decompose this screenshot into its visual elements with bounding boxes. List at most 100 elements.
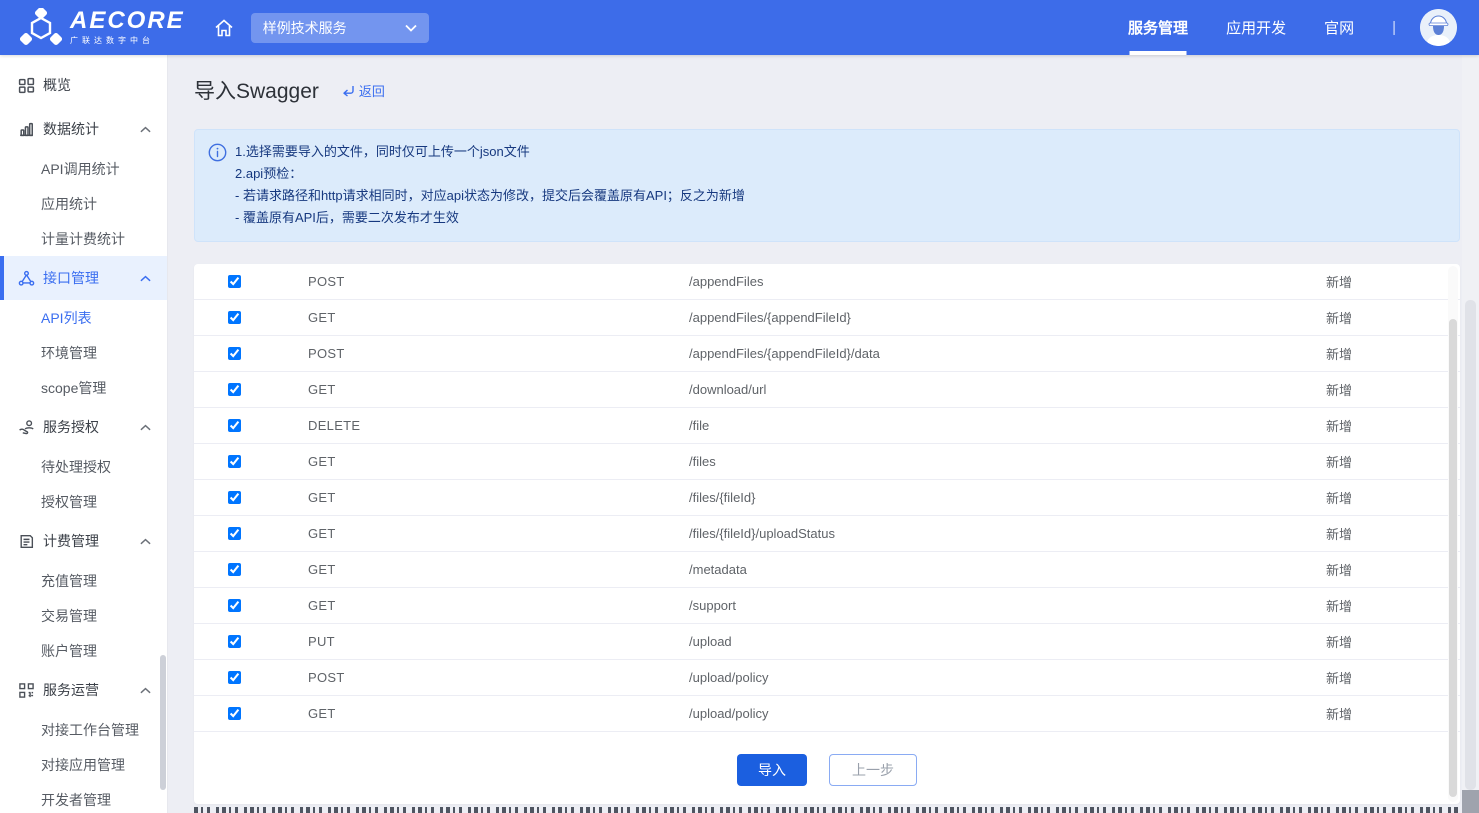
app-logo: AECORE 广联达数字中台 <box>20 8 185 48</box>
row-checkbox[interactable] <box>228 563 241 576</box>
service-selector-value: 样例技术服务 <box>263 18 347 38</box>
row-checkbox[interactable] <box>228 707 241 720</box>
row-path: /upload/policy <box>689 670 1289 685</box>
sidebar-item[interactable]: 待处理授权 <box>0 449 167 484</box>
row-path: /appendFiles/{appendFileId} <box>689 310 1289 325</box>
sidebar-group[interactable]: 概览 <box>0 63 167 107</box>
row-method: GET <box>274 562 689 577</box>
user-avatar[interactable] <box>1420 9 1457 46</box>
sidebar-scrollbar[interactable] <box>160 655 166 790</box>
row-checkbox[interactable] <box>228 275 241 288</box>
sidebar-item[interactable]: API调用统计 <box>0 151 167 186</box>
sidebar-item[interactable]: 应用统计 <box>0 186 167 221</box>
page-scrollbar-corner <box>1462 790 1479 813</box>
sidebar-item[interactable]: 充值管理 <box>0 563 167 598</box>
clipped-footer-text <box>194 807 1460 813</box>
row-checkbox[interactable] <box>228 599 241 612</box>
row-path: /appendFiles/{appendFileId}/data <box>689 346 1289 361</box>
row-method: GET <box>274 598 689 613</box>
sidebar-group[interactable]: 数据统计 <box>0 107 167 151</box>
row-checkbox[interactable] <box>228 455 241 468</box>
sidebar-item[interactable]: 计量计费统计 <box>0 221 167 256</box>
chevron-down-icon <box>405 24 417 32</box>
row-method: GET <box>274 526 689 541</box>
row-checkbox[interactable] <box>228 491 241 504</box>
sidebar-item[interactable]: 环境管理 <box>0 335 167 370</box>
table-row: GET /files/{fileId}/uploadStatus 新增 <box>194 516 1460 552</box>
row-method: POST <box>274 346 689 361</box>
notice-line: - 若请求路径和http请求相同时，对应api状态为修改，提交后会覆盖原有API… <box>235 185 1439 207</box>
sidebar: 概览 数据统计 API调用统计应用统计计量计费统计 接口管理 API列表环境管理… <box>0 55 168 813</box>
service-selector[interactable]: 样例技术服务 <box>251 13 429 43</box>
nav-item[interactable]: 官网 <box>1324 0 1354 55</box>
sidebar-item[interactable]: API列表 <box>0 300 167 335</box>
row-checkbox[interactable] <box>228 311 241 324</box>
sidebar-item[interactable]: 交易管理 <box>0 598 167 633</box>
sidebar-group[interactable]: 服务运营 <box>0 668 167 712</box>
row-path: /appendFiles <box>689 274 1289 289</box>
sidebar-group[interactable]: 计费管理 <box>0 519 167 563</box>
sidebar-item[interactable]: 账户管理 <box>0 633 167 668</box>
row-status: 新增 <box>1289 560 1389 579</box>
sidebar-group[interactable]: 服务授权 <box>0 405 167 449</box>
row-path: /files <box>689 454 1289 469</box>
row-method: GET <box>274 490 689 505</box>
chevron-up-icon <box>140 275 151 282</box>
sidebar-item[interactable]: 开发者管理 <box>0 782 167 813</box>
nav-divider: | <box>1392 19 1396 36</box>
import-button[interactable]: 导入 <box>737 754 807 786</box>
row-checkbox[interactable] <box>228 347 241 360</box>
return-arrow-icon <box>341 84 355 97</box>
row-path: /download/url <box>689 382 1289 397</box>
table-row: POST /upload/policy 新增 <box>194 660 1460 696</box>
sidebar-item[interactable]: 对接应用管理 <box>0 747 167 782</box>
row-checkbox[interactable] <box>228 671 241 684</box>
row-checkbox[interactable] <box>228 383 241 396</box>
row-checkbox[interactable] <box>228 635 241 648</box>
api-table-card: POST /appendFiles 新增 GET /appendFiles/{a… <box>194 264 1460 804</box>
notice-line: 1.选择需要导入的文件，同时仅可上传一个json文件 <box>235 141 1439 163</box>
table-scrollbar-thumb[interactable] <box>1449 319 1457 797</box>
previous-step-button[interactable]: 上一步 <box>829 754 917 786</box>
chevron-up-icon <box>140 538 151 545</box>
nav-item[interactable]: 服务管理 <box>1128 0 1188 55</box>
table-scrollbar-track[interactable] <box>1448 266 1458 802</box>
overview-icon <box>18 77 35 94</box>
header-nav: 服务管理应用开发官网 <box>1128 0 1392 55</box>
page-scrollbar-track[interactable] <box>1462 55 1479 813</box>
service-auth-icon <box>18 419 35 436</box>
chevron-up-icon <box>140 424 151 431</box>
row-method: DELETE <box>274 418 689 433</box>
logo-mark-icon <box>20 8 62 48</box>
sidebar-group-label: 概览 <box>43 75 71 95</box>
notice-line: 2.api预检： <box>235 163 1439 185</box>
sidebar-item[interactable]: 对接工作台管理 <box>0 712 167 747</box>
row-path: /support <box>689 598 1289 613</box>
sidebar-group[interactable]: 接口管理 <box>0 256 167 300</box>
row-path: /upload <box>689 634 1289 649</box>
notice-box: 1.选择需要导入的文件，同时仅可上传一个json文件2.api预检：- 若请求路… <box>194 129 1460 242</box>
app-header: AECORE 广联达数字中台 样例技术服务 服务管理应用开发官网 | <box>0 0 1479 55</box>
notice-lines: 1.选择需要导入的文件，同时仅可上传一个json文件2.api预检：- 若请求路… <box>235 141 1439 229</box>
table-row: PUT /upload 新增 <box>194 624 1460 660</box>
table-row: GET /files 新增 <box>194 444 1460 480</box>
row-method: GET <box>274 382 689 397</box>
row-checkbox[interactable] <box>228 419 241 432</box>
sidebar-item[interactable]: scope管理 <box>0 370 167 405</box>
page-scrollbar-thumb[interactable] <box>1465 300 1476 790</box>
row-status: 新增 <box>1289 704 1389 723</box>
row-checkbox[interactable] <box>228 527 241 540</box>
row-method: POST <box>274 274 689 289</box>
home-icon[interactable] <box>213 17 235 39</box>
row-method: PUT <box>274 634 689 649</box>
api-management-icon <box>18 270 35 287</box>
sidebar-group-label: 服务授权 <box>43 417 99 437</box>
api-table: POST /appendFiles 新增 GET /appendFiles/{a… <box>194 264 1460 732</box>
row-status: 新增 <box>1289 416 1389 435</box>
sidebar-item[interactable]: 授权管理 <box>0 484 167 519</box>
back-link[interactable]: 返回 <box>341 81 385 100</box>
table-row: GET /upload/policy 新增 <box>194 696 1460 732</box>
row-status: 新增 <box>1289 344 1389 363</box>
sidebar-group-label: 接口管理 <box>43 268 99 288</box>
nav-item[interactable]: 应用开发 <box>1226 0 1286 55</box>
